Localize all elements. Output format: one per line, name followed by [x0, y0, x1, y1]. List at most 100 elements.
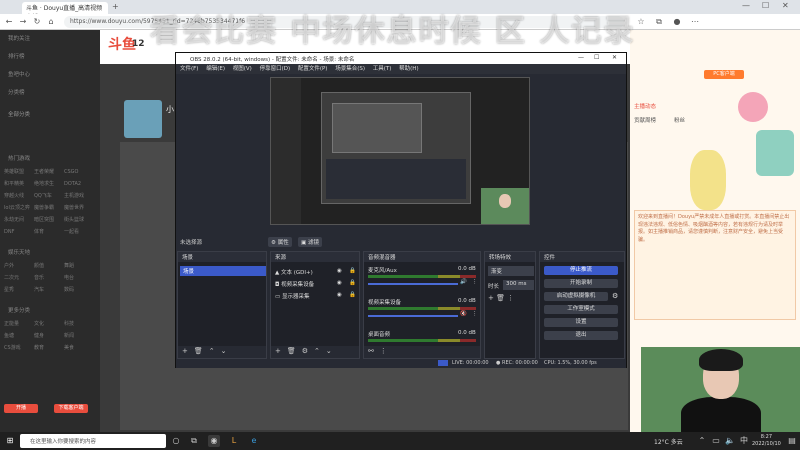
tray-arrow-icon[interactable]: ⌃: [696, 435, 708, 447]
tab-streamer-news[interactable]: 主播动态: [634, 102, 656, 110]
task-view-icon[interactable]: ○: [170, 435, 182, 447]
collections-icon[interactable]: ⧉: [654, 17, 664, 27]
more-icon[interactable]: ⋮: [472, 279, 478, 285]
lock-icon[interactable]: 🔒: [349, 292, 356, 298]
menu-tools[interactable]: 工具(T): [373, 66, 392, 72]
favorite-icon[interactable]: ☆: [636, 17, 646, 27]
speaker-icon[interactable]: 🔊: [460, 279, 467, 285]
up-icon[interactable]: ⌃: [314, 347, 320, 355]
menu-view[interactable]: 视图(V): [233, 66, 252, 72]
list-item[interactable]: 二次元 音乐 电台: [4, 274, 96, 281]
obs-taskbar-icon[interactable]: ◉: [208, 435, 220, 447]
network-icon[interactable]: ▭: [710, 435, 722, 447]
settings-button[interactable]: 设置: [544, 318, 618, 327]
menu-help[interactable]: 帮助(H): [399, 66, 418, 72]
streamer-avatar[interactable]: [124, 100, 162, 138]
weather[interactable]: 12°C 多云: [654, 437, 683, 446]
back-icon[interactable]: ←: [4, 17, 14, 27]
more-icon[interactable]: ⋮: [380, 347, 387, 355]
taskbar-search-input[interactable]: 在这里输入你要搜索的内容: [20, 434, 166, 448]
lock-icon[interactable]: 🔒: [349, 268, 356, 274]
sidebar-item-fishbar[interactable]: 鱼吧中心: [8, 70, 30, 78]
more-icon[interactable]: ⋮: [472, 311, 478, 317]
eye-icon[interactable]: ◉: [337, 280, 342, 286]
list-item[interactable]: 鱼塘 健身 新闻: [4, 332, 96, 339]
source-item[interactable]: ▭ 显示器采集 ◉ 🔒: [275, 292, 359, 302]
speaker-muted-icon[interactable]: 🔇: [460, 311, 467, 317]
menu-file[interactable]: 文件(F): [180, 66, 198, 72]
refresh-icon[interactable]: ↻: [32, 17, 42, 27]
exit-button[interactable]: 退出: [544, 331, 618, 340]
delete-icon[interactable]: 🗑: [287, 347, 296, 355]
list-item[interactable]: 穿越火线 QQ飞车 主机游戏: [4, 192, 96, 199]
obs-preview[interactable]: [270, 77, 530, 225]
lock-icon[interactable]: 🔒: [349, 280, 356, 286]
list-item[interactable]: 户外 颜值 舞蹈: [4, 262, 96, 269]
properties-button[interactable]: ⚙ 属性: [268, 237, 292, 247]
obs-maximize-icon[interactable]: ☐: [594, 54, 599, 61]
obs-close-icon[interactable]: ✕: [612, 54, 617, 61]
studio-mode-button[interactable]: 工作室模式: [544, 305, 618, 314]
delete-icon[interactable]: 🗑: [496, 294, 505, 302]
list-item[interactable]: 正能量 文化 科技: [4, 320, 96, 327]
edge-taskbar-icon[interactable]: e: [248, 435, 260, 447]
download-client-button[interactable]: 下载客户端: [54, 404, 88, 413]
pc-client-button[interactable]: PC客户端: [704, 70, 744, 79]
eye-icon[interactable]: ◉: [337, 268, 342, 274]
duration-input[interactable]: 300 ms: [503, 280, 534, 290]
maximize-icon[interactable]: ☐: [762, 1, 769, 10]
new-tab-icon[interactable]: +: [112, 2, 119, 11]
menu-profile[interactable]: 配置文件(P): [298, 66, 328, 72]
tab-weekly-rank[interactable]: 贡献周榜: [634, 116, 656, 124]
list-item[interactable]: 英雄联盟 王者荣耀 CSGO: [4, 168, 96, 175]
list-item[interactable]: lol云顶之弈 魔兽争霸 魔兽世界: [4, 204, 96, 211]
source-item[interactable]: ▲ 文本 (GDI+) ◉ 🔒: [275, 268, 359, 278]
menu-icon[interactable]: ⋯: [690, 17, 700, 27]
add-icon[interactable]: +: [275, 347, 281, 355]
ime-icon[interactable]: 中: [738, 435, 750, 447]
down-icon[interactable]: ⌄: [221, 347, 227, 355]
event-badge[interactable]: [738, 92, 768, 122]
link-icon[interactable]: ⚯: [368, 347, 374, 355]
tab-fans[interactable]: 粉丝: [674, 116, 685, 124]
notification-icon[interactable]: ▤: [786, 435, 798, 447]
sidebar-item-category[interactable]: 分类榜: [8, 88, 25, 96]
list-item[interactable]: 星秀 汽车 数码: [4, 286, 96, 293]
scene-item[interactable]: 场景: [180, 266, 266, 276]
windows-start-icon[interactable]: ⊞: [4, 435, 16, 447]
obs-minimize-icon[interactable]: —: [578, 54, 584, 61]
avatar[interactable]: ●: [672, 17, 682, 27]
eye-icon[interactable]: ◉: [337, 292, 342, 298]
menu-scene-collection[interactable]: 场景集合(S): [335, 66, 365, 72]
sidebar-item-follow[interactable]: 我的关注: [8, 34, 30, 42]
volume-icon[interactable]: 🔈: [724, 435, 736, 447]
gear-icon[interactable]: ⚙: [302, 347, 308, 355]
menu-edit[interactable]: 编辑(E): [206, 66, 225, 72]
volume-slider[interactable]: [368, 283, 458, 285]
delete-icon[interactable]: 🗑: [194, 347, 203, 355]
more-icon[interactable]: ⋮: [507, 294, 514, 302]
forward-icon[interactable]: →: [18, 17, 28, 27]
transition-select[interactable]: 渐变: [488, 266, 534, 276]
source-item[interactable]: ◘ 视频采集设备 ◉ 🔒: [275, 280, 359, 290]
virtual-camera-gear-icon[interactable]: ⚙: [612, 292, 618, 300]
start-recording-button[interactable]: 开始录制: [544, 279, 618, 288]
down-icon[interactable]: ⌄: [326, 347, 332, 355]
start-virtual-camera-button[interactable]: 启动虚拟摄像机: [544, 292, 608, 301]
list-item[interactable]: DNF 体育 一起看: [4, 228, 96, 235]
home-icon[interactable]: ⌂: [46, 17, 56, 27]
up-icon[interactable]: ⌃: [209, 347, 215, 355]
start-live-button[interactable]: 开播: [4, 404, 38, 413]
minimize-icon[interactable]: —: [742, 1, 750, 10]
list-item[interactable]: 永劫无间 暗区突围 街头篮球: [4, 216, 96, 223]
app-taskbar-icon[interactable]: L: [228, 435, 240, 447]
add-icon[interactable]: +: [182, 347, 188, 355]
event-banner[interactable]: [756, 130, 794, 176]
browser-tab[interactable]: 斗鱼 · Douyu直播_高清视频直播: [22, 2, 108, 21]
filters-button[interactable]: ▣ 滤镜: [298, 237, 322, 247]
clock[interactable]: 8:27 2022/10/10: [752, 434, 781, 448]
close-icon[interactable]: ✕: [782, 1, 789, 10]
stop-streaming-button[interactable]: 停止推流: [544, 266, 618, 275]
menu-docks[interactable]: 停靠窗口(D): [260, 66, 291, 72]
volume-slider[interactable]: [368, 315, 458, 317]
